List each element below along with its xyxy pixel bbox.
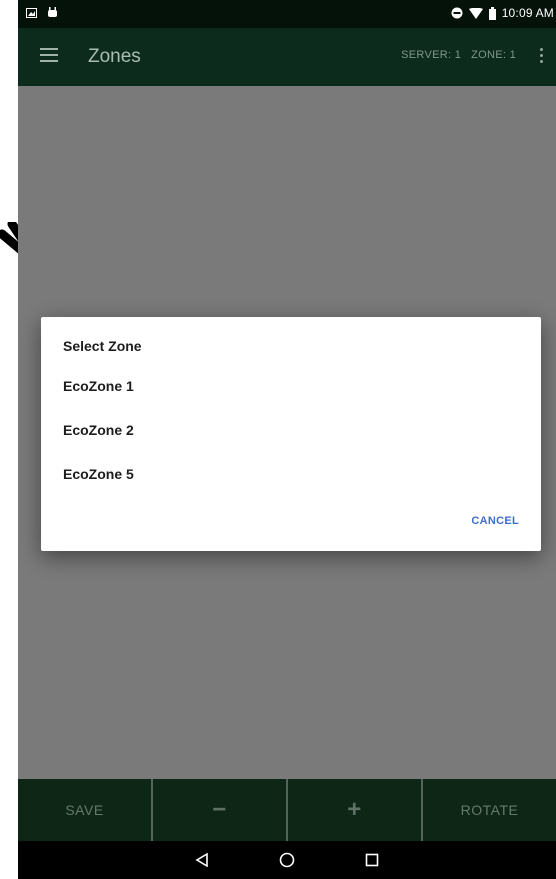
cancel-button[interactable]: CANCEL xyxy=(471,515,519,527)
clock-time: 10:09 AM xyxy=(501,6,554,20)
rotate-button[interactable]: ROTATE xyxy=(421,779,556,841)
do-not-disturb-icon xyxy=(451,7,463,19)
overflow-menu-icon[interactable] xyxy=(540,48,544,63)
status-bar: 10:09 AM xyxy=(18,0,556,28)
zone-label: ZONE: 1 xyxy=(471,49,516,61)
back-icon[interactable] xyxy=(195,853,209,867)
server-zone-info: SERVER: 1 ZONE: 1 xyxy=(401,49,516,61)
battery-icon xyxy=(488,6,496,20)
app-bar: Zones SERVER: 1 ZONE: 1 xyxy=(18,28,556,86)
home-icon[interactable] xyxy=(279,852,295,868)
menu-icon[interactable] xyxy=(40,48,58,62)
device-screen: 10:09 AM Zones SERVER: 1 ZONE: 1 SAVE − … xyxy=(18,0,556,879)
zone-option-ecozone-5[interactable]: EcoZone 5 xyxy=(63,466,134,482)
zoom-out-button[interactable]: − xyxy=(151,779,286,841)
image-icon xyxy=(26,7,37,18)
recents-icon[interactable] xyxy=(365,853,379,867)
bottom-toolbar: SAVE − + ROTATE xyxy=(18,779,556,841)
wifi-icon xyxy=(468,7,483,19)
zone-option-ecozone-2[interactable]: EcoZone 2 xyxy=(63,422,134,438)
server-label: SERVER: 1 xyxy=(401,49,462,61)
page-title: Zones xyxy=(88,46,141,67)
android-icon xyxy=(48,7,57,17)
system-nav-bar xyxy=(18,841,556,879)
zone-option-ecozone-1[interactable]: EcoZone 1 xyxy=(63,378,134,394)
select-zone-dialog: Select Zone EcoZone 1 EcoZone 2 EcoZone … xyxy=(41,317,541,551)
zoom-in-button[interactable]: + xyxy=(286,779,421,841)
save-button[interactable]: SAVE xyxy=(18,779,151,841)
dialog-title: Select Zone xyxy=(63,338,142,354)
